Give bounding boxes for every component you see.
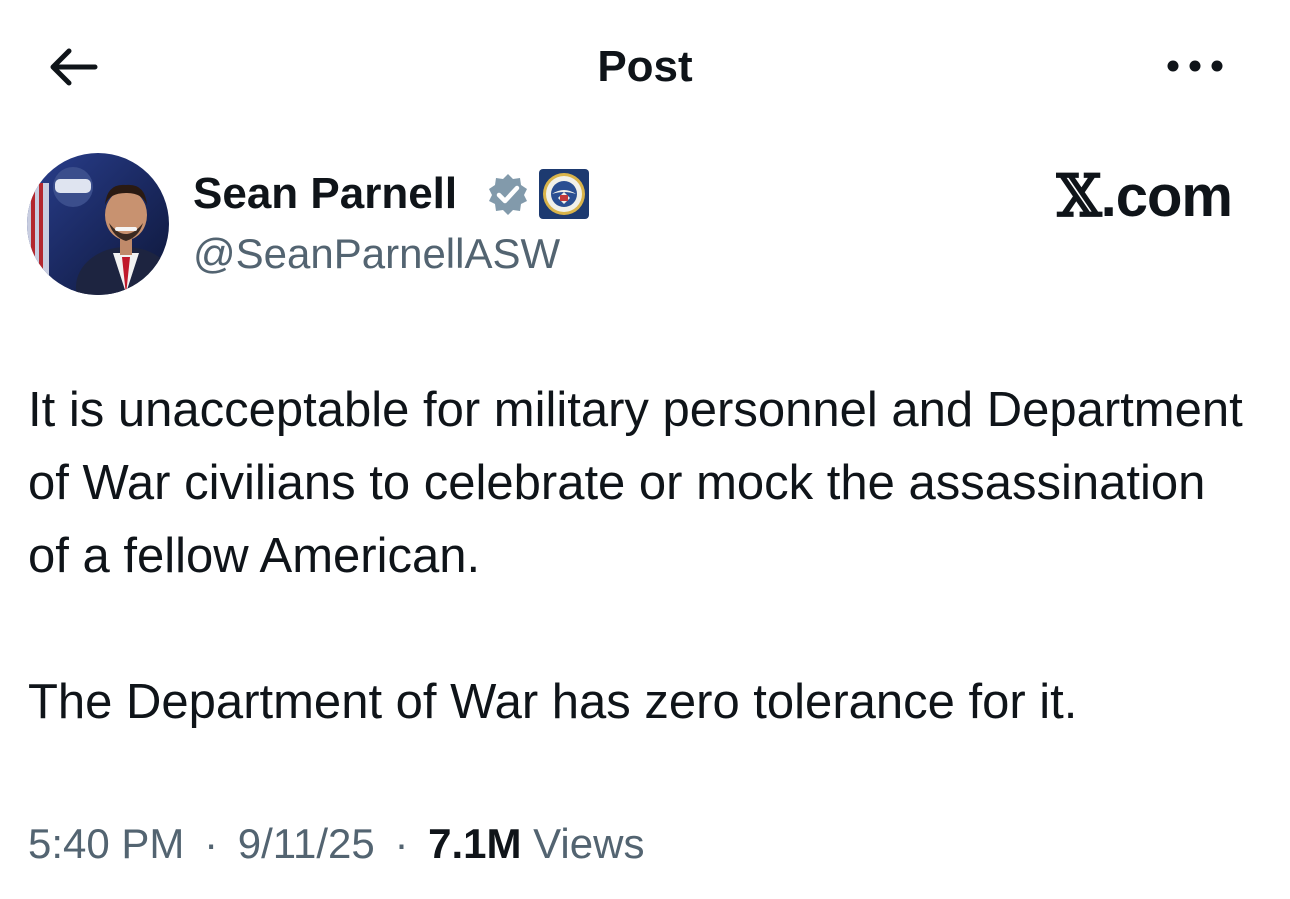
post-meta: 5:40 PM · 9/11/25 · 7.1M Views [28,814,644,874]
views-count[interactable]: 7.1M [428,820,521,867]
x-com-watermark: 𝕏.com [1056,162,1233,230]
avatar-photo [27,153,169,295]
post-paragraph: It is unacceptable for military personne… [28,383,1243,583]
back-button[interactable] [40,40,106,94]
verified-badge-icon [489,174,527,215]
arrow-left-icon [50,48,98,86]
more-options-button[interactable] [1160,44,1230,88]
meta-separator: · [204,820,219,867]
post-date[interactable]: 9/11/25 [238,820,375,867]
author-handle[interactable]: @SeanParnellASW [193,226,560,282]
watermark-suffix: .com [1100,164,1233,229]
meta-separator: · [394,820,409,867]
post-paragraph: The Department of War has zero tolerance… [28,675,1078,729]
page-title: Post [597,42,693,91]
post-time[interactable]: 5:40 PM [28,820,184,867]
more-horizontal-icon [1167,60,1223,72]
department-seal-icon[interactable] [538,168,590,220]
avatar[interactable] [27,153,169,295]
post-text: It is unacceptable for military personne… [28,374,1258,739]
top-bar: Post [0,0,1290,135]
author-name[interactable]: Sean Parnell [193,167,457,221]
x-logo-icon: 𝕏 [1056,162,1102,230]
views-label: Views [533,820,645,867]
